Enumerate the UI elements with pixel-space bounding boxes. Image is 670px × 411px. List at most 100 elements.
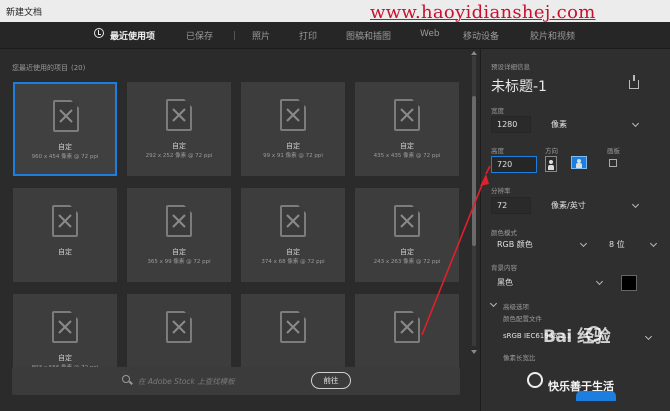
preset-details-panel: 预设详细信息 未标题-1 宽度 1280 像素 高度 720 方向 画板 分辨率… — [480, 49, 670, 411]
scrollbar[interactable] — [472, 56, 476, 346]
go-button[interactable]: 前往 — [311, 372, 351, 389]
resolution-input[interactable]: 72 — [491, 197, 531, 214]
landscape-button[interactable] — [571, 156, 587, 169]
color-mode-select[interactable]: RGB 颜色 — [497, 236, 533, 253]
bit-depth-select[interactable]: 8 位 — [609, 236, 625, 253]
preset-card[interactable]: 自定 374 x 68 像素 @ 72 ppi — [241, 188, 345, 282]
orientation-label: 方向 — [545, 147, 558, 155]
preset-card[interactable]: 自定 292 x 252 像素 @ 72 ppi — [127, 82, 231, 176]
pencil-icon — [400, 108, 414, 122]
background-select[interactable]: 黑色 — [497, 274, 513, 291]
tab-web[interactable]: Web — [420, 29, 440, 39]
chevron-down-icon — [579, 239, 588, 248]
tab-art-illustration[interactable]: 图稿和插图 — [346, 29, 391, 42]
chevron-down-icon — [595, 277, 604, 286]
height-label: 高度 — [491, 147, 504, 155]
document-icon — [394, 205, 420, 237]
background-color-swatch[interactable] — [621, 275, 637, 291]
chevron-down-icon — [649, 239, 658, 248]
advanced-options-toggle[interactable]: 高级选项 — [503, 301, 529, 311]
artboard-checkbox[interactable] — [609, 159, 617, 167]
resolution-label: 分辨率 — [491, 187, 511, 195]
preset-card[interactable]: 自定 365 x 99 像素 @ 72 ppi — [127, 188, 231, 282]
preset-card-label: 自定 — [172, 248, 186, 256]
recent-count: (20) — [71, 64, 86, 72]
preset-card-label: 自定 — [58, 354, 72, 362]
tab-recent[interactable]: 最近使用项 — [110, 29, 155, 42]
pencil-icon — [286, 214, 300, 228]
scrollbar-thumb[interactable] — [472, 96, 476, 246]
pixel-aspect-label: 像素长宽比 — [503, 354, 536, 362]
search-icon — [122, 375, 130, 383]
height-input[interactable]: 720 — [491, 156, 537, 173]
width-label: 宽度 — [491, 107, 504, 115]
preset-card-size: 435 x 435 像素 @ 72 ppi — [373, 153, 441, 159]
title-bar: 新建文档 www.haoyidianshej.com — [0, 0, 670, 23]
tab-print[interactable]: 打印 — [299, 29, 317, 42]
recent-title: 您最近使用的项目 (20) — [12, 64, 86, 72]
pencil-icon — [59, 109, 73, 123]
document-name-field[interactable]: 未标题-1 — [491, 76, 547, 96]
document-icon — [166, 99, 192, 131]
preset-card-size: 243 x 263 像素 @ 72 ppi — [373, 259, 441, 265]
tab-mobile[interactable]: 移动设备 — [463, 29, 499, 42]
watermark-url: www.haoyidianshej.com — [370, 2, 596, 23]
preset-card[interactable]: 自定 243 x 263 像素 @ 72 ppi — [355, 188, 459, 282]
preset-card-label: 自定 — [172, 142, 186, 150]
tab-saved[interactable]: 已保存 — [186, 29, 213, 42]
document-icon — [394, 311, 420, 343]
preset-card-label: 自定 — [286, 142, 300, 150]
preset-card[interactable]: 自定 435 x 435 像素 @ 72 ppi — [355, 82, 459, 176]
category-tabs: 最近使用项 已保存 照片 打印 图稿和插图 Web 移动设备 胶片和视频 — [0, 22, 670, 49]
chevron-down-icon — [631, 119, 640, 128]
color-profile-label: 颜色配置文件 — [503, 315, 542, 323]
background-label: 背景内容 — [491, 264, 517, 272]
chevron-down-icon — [644, 332, 653, 341]
document-icon — [280, 205, 306, 237]
preset-card-label: 自定 — [286, 248, 300, 256]
document-icon — [52, 205, 78, 237]
pencil-icon — [58, 214, 72, 228]
chevron-down-icon[interactable] — [489, 299, 498, 308]
wechat-icon — [527, 372, 543, 388]
width-unit-select[interactable]: 像素 — [551, 116, 567, 133]
details-heading: 预设详细信息 — [491, 63, 530, 71]
pencil-icon — [172, 108, 186, 122]
resolution-unit-select[interactable]: 像素/英寸 — [551, 197, 586, 214]
document-icon — [53, 100, 79, 132]
create-button[interactable] — [576, 391, 616, 401]
stock-search-input[interactable]: 在 Adobe Stock 上查找模板 — [138, 376, 235, 387]
pencil-icon — [172, 214, 186, 228]
document-icon — [280, 311, 306, 343]
baidu-paw-icon — [586, 326, 602, 342]
clock-icon — [94, 28, 104, 38]
save-preset-icon[interactable] — [629, 75, 639, 89]
preset-card-label: 自定 — [58, 248, 72, 256]
stock-search-bar[interactable]: 在 Adobe Stock 上查找模板 前往 — [12, 367, 460, 395]
chevron-down-icon — [631, 200, 640, 209]
preset-card[interactable]: 自定 99 x 91 像素 @ 72 ppi — [241, 82, 345, 176]
tab-separator — [234, 31, 235, 40]
pencil-icon — [286, 108, 300, 122]
width-input[interactable]: 1280 — [491, 116, 531, 133]
preset-card[interactable]: 自定 — [13, 188, 117, 282]
pencil-icon — [400, 320, 414, 334]
scroll-down-icon[interactable] — [471, 350, 477, 354]
preset-card[interactable]: 自定 960 x 454 像素 @ 72 ppi — [13, 82, 117, 176]
preset-card-size: 365 x 99 像素 @ 72 ppi — [147, 259, 211, 265]
tab-photo[interactable]: 照片 — [252, 29, 270, 42]
tab-film-video[interactable]: 胶片和视频 — [530, 29, 575, 42]
preset-card-size: 292 x 252 像素 @ 72 ppi — [145, 153, 213, 159]
preset-card-label: 自定 — [58, 143, 72, 151]
scroll-up-icon[interactable] — [471, 51, 477, 55]
portrait-button[interactable] — [545, 156, 557, 172]
preset-card-size: 374 x 68 像素 @ 72 ppi — [261, 259, 325, 265]
window-title: 新建文档 — [6, 8, 43, 18]
artboard-label: 画板 — [607, 147, 620, 155]
document-icon — [52, 311, 78, 343]
document-icon — [280, 99, 306, 131]
preset-card-label: 自定 — [400, 248, 414, 256]
pencil-icon — [58, 320, 72, 334]
document-icon — [166, 205, 192, 237]
preset-card-size: 99 x 91 像素 @ 72 ppi — [263, 153, 323, 159]
